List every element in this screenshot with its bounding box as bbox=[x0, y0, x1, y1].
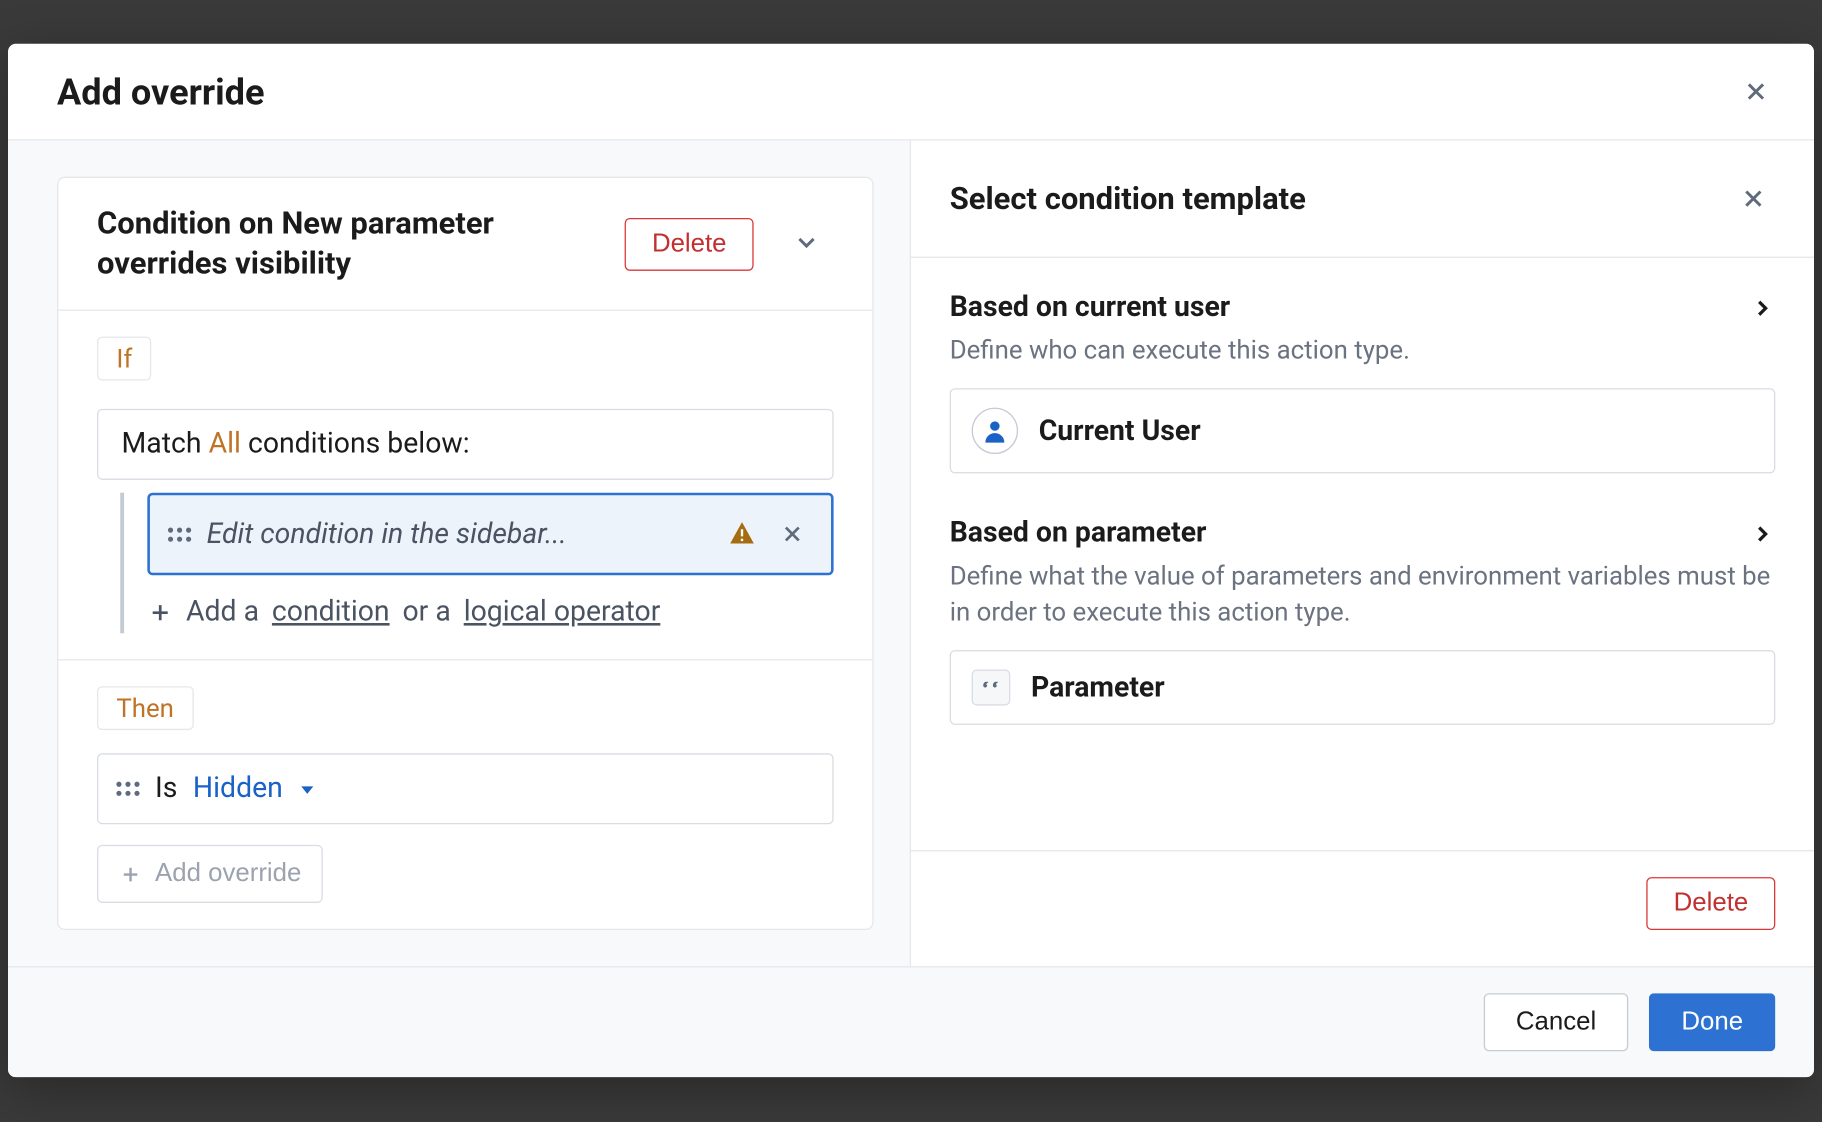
modal-header: Add override bbox=[8, 44, 1814, 141]
template-header[interactable]: Based on current user bbox=[950, 292, 1776, 324]
left-pane: Condition on New parameter overrides vis… bbox=[8, 141, 911, 967]
add-override-button[interactable]: Add override bbox=[97, 846, 323, 904]
delete-condition-button[interactable]: Delete bbox=[625, 218, 754, 271]
then-value-box[interactable]: Is Hidden bbox=[97, 754, 834, 825]
user-icon bbox=[972, 408, 1018, 454]
condition-card: Condition on New parameter overrides vis… bbox=[57, 177, 874, 931]
template-option-label: Parameter bbox=[1031, 672, 1165, 704]
template-desc: Define who can execute this action type. bbox=[950, 332, 1776, 368]
right-header: Select condition template bbox=[911, 141, 1814, 258]
chevron-down-icon bbox=[792, 228, 820, 256]
plus-icon bbox=[147, 600, 173, 626]
add-or: or a bbox=[402, 597, 450, 629]
template-option-current-user[interactable]: Current User bbox=[950, 389, 1776, 474]
match-suffix: conditions below: bbox=[248, 429, 470, 461]
close-icon bbox=[1739, 185, 1767, 213]
template-option-parameter[interactable]: Parameter bbox=[950, 650, 1776, 725]
add-condition-link[interactable]: condition bbox=[272, 597, 390, 629]
chevron-right-icon bbox=[1750, 295, 1776, 321]
then-value: Hidden bbox=[193, 773, 283, 805]
then-is: Is bbox=[155, 773, 177, 805]
template-title: Based on parameter bbox=[950, 518, 1207, 550]
done-button[interactable]: Done bbox=[1649, 994, 1775, 1052]
condition-title: Condition on New parameter overrides vis… bbox=[97, 204, 609, 284]
template-desc: Define what the value of parameters and … bbox=[950, 558, 1776, 630]
condition-group: Edit condition in the sidebar... Add a c… bbox=[120, 494, 833, 635]
add-operator-link[interactable]: logical operator bbox=[464, 597, 661, 629]
then-section: Then Is Hidden Add override bbox=[58, 661, 872, 929]
template-title: Based on current user bbox=[950, 292, 1231, 324]
template-current-user-section: Based on current user Define who can exe… bbox=[950, 292, 1776, 474]
close-modal-button[interactable] bbox=[1734, 70, 1778, 114]
collapse-condition-button[interactable] bbox=[769, 215, 844, 273]
caret-down-icon bbox=[298, 781, 316, 799]
add-override-modal: Add override Condition on New parameter … bbox=[8, 44, 1814, 1078]
if-tag: If bbox=[97, 337, 152, 381]
close-icon bbox=[779, 522, 805, 548]
then-tag: Then bbox=[97, 687, 193, 731]
condition-row[interactable]: Edit condition in the sidebar... bbox=[147, 494, 833, 577]
condition-card-header: Condition on New parameter overrides vis… bbox=[58, 178, 872, 311]
modal-title: Add override bbox=[57, 71, 264, 114]
template-header[interactable]: Based on parameter bbox=[950, 518, 1776, 550]
right-body: Based on current user Define who can exe… bbox=[911, 258, 1814, 851]
drag-handle-icon[interactable] bbox=[116, 774, 139, 805]
match-prefix: Match bbox=[122, 429, 202, 461]
condition-placeholder: Edit condition in the sidebar... bbox=[207, 519, 713, 551]
close-icon bbox=[1742, 78, 1770, 106]
modal-body: Condition on New parameter overrides vis… bbox=[8, 141, 1814, 967]
plus-icon bbox=[119, 863, 142, 886]
modal-footer: Cancel Done bbox=[8, 967, 1814, 1078]
template-parameter-section: Based on parameter Define what the value… bbox=[950, 518, 1776, 726]
right-pane: Select condition template Based on curre… bbox=[911, 141, 1814, 967]
add-condition-row[interactable]: Add a condition or a logical operator bbox=[147, 576, 833, 634]
chevron-right-icon bbox=[1750, 521, 1776, 547]
close-right-pane-button[interactable] bbox=[1731, 177, 1775, 221]
right-footer: Delete bbox=[911, 851, 1814, 967]
drag-handle-icon[interactable] bbox=[168, 519, 191, 550]
quote-icon bbox=[972, 670, 1011, 706]
delete-template-button[interactable]: Delete bbox=[1647, 878, 1776, 931]
warning-icon bbox=[728, 521, 756, 549]
add-override-label: Add override bbox=[155, 860, 301, 890]
match-all: All bbox=[209, 429, 241, 461]
template-option-label: Current User bbox=[1039, 415, 1201, 447]
if-section: If Match All conditions below: Edit cond… bbox=[58, 312, 872, 662]
cancel-button[interactable]: Cancel bbox=[1484, 994, 1629, 1052]
remove-condition-button[interactable] bbox=[772, 514, 813, 555]
right-title: Select condition template bbox=[950, 181, 1306, 217]
add-prefix: Add a bbox=[186, 597, 259, 629]
match-conditions-box[interactable]: Match All conditions below: bbox=[97, 410, 834, 481]
